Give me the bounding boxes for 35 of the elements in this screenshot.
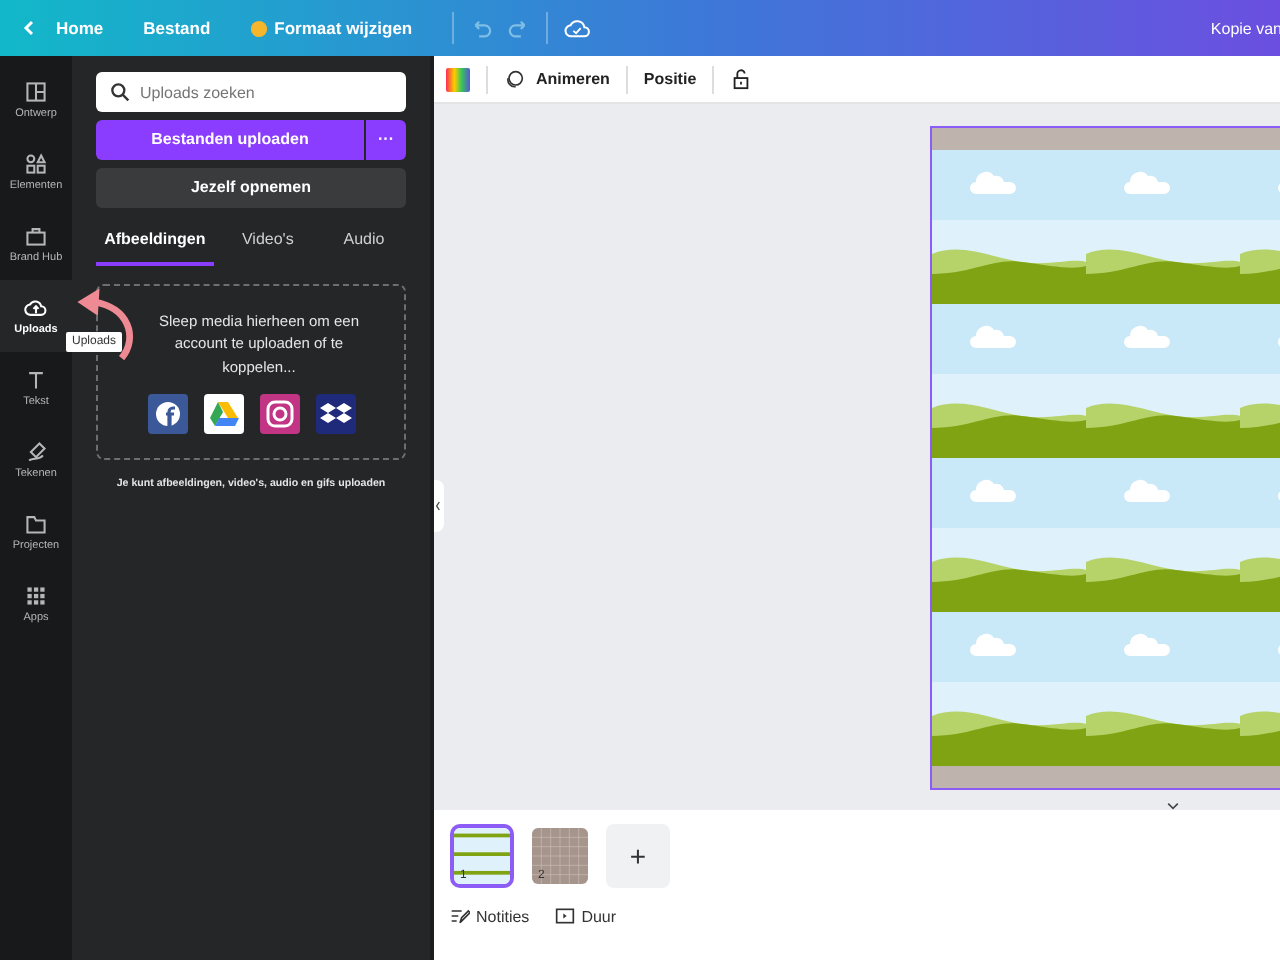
cloud-upload-icon [24, 296, 48, 320]
search-field[interactable]: Uploads zoeken [96, 72, 406, 112]
tab[interactable]: Afbeeldingen [96, 218, 214, 266]
upload-button[interactable]: Bestanden uploaden [96, 120, 364, 160]
lock-icon[interactable] [730, 68, 753, 90]
color-swatch-icon[interactable] [446, 67, 470, 91]
app-logo-icon[interactable] [315, 393, 355, 434]
animate-button[interactable]: Animeren [536, 70, 610, 88]
layout-icon [24, 80, 48, 104]
tab[interactable]: Video's [225, 218, 310, 266]
app-logo-icon[interactable] [259, 393, 299, 434]
text-icon [24, 368, 48, 392]
notes-button[interactable]: Notities [450, 906, 530, 926]
play-screen-icon [553, 906, 576, 926]
duration-button[interactable]: Duur [553, 906, 617, 926]
folder-icon [24, 512, 48, 536]
app-logo-icon[interactable] [147, 393, 187, 434]
more-button[interactable]: ··· [366, 120, 406, 160]
tab[interactable]: Audio [321, 218, 406, 266]
cloud-check-icon[interactable] [564, 17, 591, 39]
grid-icon [24, 584, 48, 608]
add-page-button[interactable]: + [606, 824, 670, 888]
pen-icon [24, 440, 48, 464]
app-logo-icon[interactable] [203, 393, 243, 434]
record-button[interactable]: Jezelf opnemen [96, 168, 406, 208]
collapse-handle[interactable] [434, 480, 444, 532]
notes-icon [450, 906, 470, 926]
shapes-icon [24, 152, 48, 176]
search-icon [110, 82, 130, 102]
design-page[interactable] [930, 126, 1280, 790]
crown-icon [250, 19, 269, 37]
briefcase-icon [24, 224, 48, 248]
animate-icon [504, 69, 524, 89]
position-button[interactable]: Positie [643, 70, 697, 88]
chevron-down-icon[interactable] [1166, 802, 1180, 810]
